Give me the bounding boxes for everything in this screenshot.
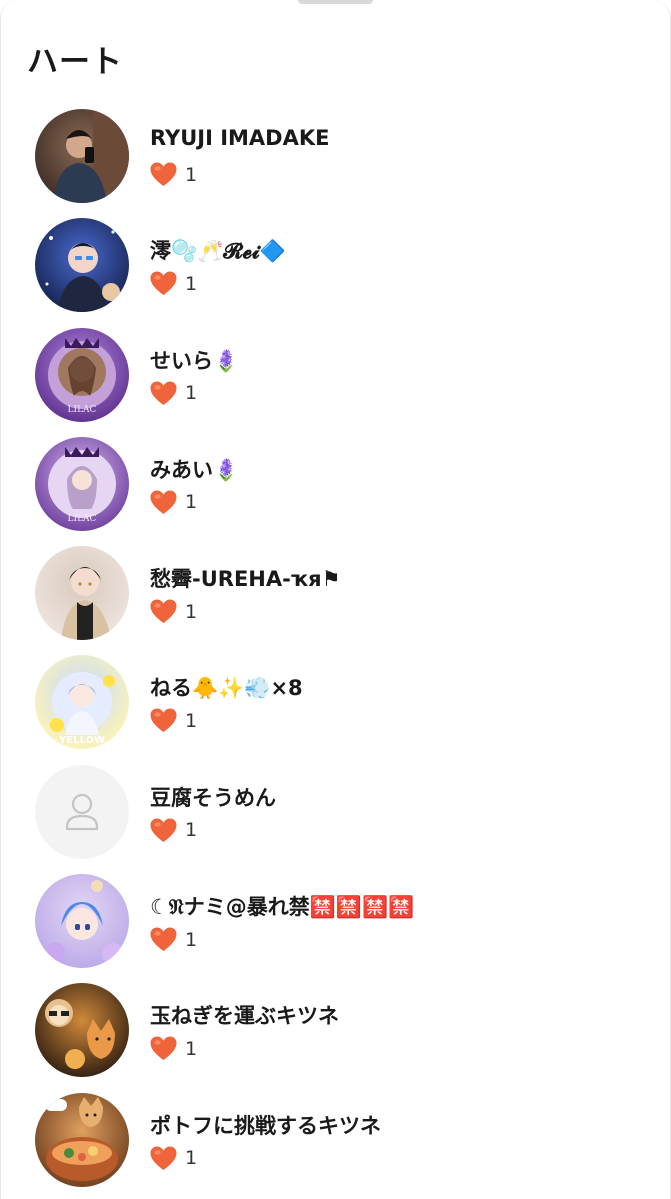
like-count-row: 1	[150, 162, 197, 187]
svg-text:YELLOW: YELLOW	[58, 735, 105, 746]
user-name[interactable]: ねる🐥✨💨×8	[150, 672, 303, 702]
like-count: 1	[185, 382, 198, 405]
user-row[interactable]: 愁霽-UREHA-ҡя⚑ 1	[0, 543, 671, 652]
user-row[interactable]: ポトフに挑戦するキツネ 1	[0, 1090, 671, 1199]
like-count-row: 1	[150, 818, 197, 843]
like-count-row: 1	[150, 381, 197, 406]
user-name[interactable]: ポトフに挑戦するキツネ	[150, 1110, 381, 1140]
heart-icon	[150, 708, 177, 733]
avatar[interactable]	[35, 874, 129, 969]
user-row[interactable]: RYUJI IMADAKE 1	[0, 106, 671, 215]
like-count: 1	[185, 819, 198, 842]
like-count-row: 1	[150, 927, 197, 952]
avatar[interactable]: YELLOW	[35, 655, 129, 750]
avatar[interactable]	[35, 1092, 129, 1187]
user-row[interactable]: 豆腐そうめん 1	[0, 762, 671, 871]
likes-user-list: RYUJI IMADAKE 1 澪🫧🥂𝓡𝓮𝓲🔷 1 LILAC せいら🪻 1 L…	[0, 106, 671, 1199]
svg-text:LILAC: LILAC	[68, 514, 97, 524]
user-name[interactable]: 澪🫧🥂𝓡𝓮𝓲🔷	[150, 235, 286, 265]
user-row[interactable]: YELLOW ねる🐥✨💨×8 1	[0, 652, 671, 761]
heart-icon	[150, 818, 177, 843]
heart-icon	[150, 162, 177, 187]
user-name[interactable]: 玉ねぎを運ぶキツネ	[150, 1000, 339, 1030]
heart-icon	[150, 490, 177, 515]
like-count-row: 1	[150, 1146, 197, 1171]
avatar[interactable]	[35, 764, 129, 859]
user-name[interactable]: 豆腐そうめん	[150, 782, 276, 812]
like-count: 1	[185, 272, 198, 295]
user-name[interactable]: RYUJI IMADAKE	[150, 126, 329, 150]
like-count: 1	[185, 928, 198, 951]
like-count: 1	[185, 709, 198, 732]
page-title: ハート	[27, 44, 123, 80]
heart-icon	[150, 927, 177, 952]
like-count: 1	[185, 1037, 198, 1060]
avatar[interactable]	[35, 109, 129, 203]
avatar[interactable]	[35, 983, 129, 1078]
user-row[interactable]: ☾𝔑ナミ@暴れ禁🈲🈲🈲🈲 1	[0, 871, 671, 980]
user-name[interactable]: せいら🪻	[150, 345, 239, 375]
svg-text:LILAC: LILAC	[68, 405, 97, 415]
user-row[interactable]: 澪🫧🥂𝓡𝓮𝓲🔷 1	[0, 215, 671, 324]
like-count-row: 1	[150, 271, 197, 296]
heart-icon	[150, 1146, 177, 1171]
avatar[interactable]: LILAC	[35, 436, 129, 531]
user-name[interactable]: みあい🪻	[150, 454, 239, 484]
heart-icon	[150, 271, 177, 296]
heart-icon	[150, 1036, 177, 1061]
avatar[interactable]: LILAC	[35, 327, 129, 422]
avatar[interactable]	[35, 546, 129, 641]
heart-icon	[150, 381, 177, 406]
sheet-grab-handle[interactable]	[298, 0, 373, 4]
like-count-row: 1	[150, 599, 197, 624]
user-name[interactable]: 愁霽-UREHA-ҡя⚑	[150, 563, 341, 593]
heart-icon	[150, 599, 177, 624]
user-row[interactable]: 玉ねぎを運ぶキツネ 1	[0, 980, 671, 1089]
like-count-row: 1	[150, 490, 197, 515]
like-count: 1	[185, 600, 198, 623]
user-row[interactable]: LILAC せいら🪻 1	[0, 325, 671, 434]
like-count-row: 1	[150, 708, 197, 733]
like-count: 1	[185, 1147, 198, 1170]
like-count: 1	[185, 163, 198, 186]
like-count-row: 1	[150, 1036, 197, 1061]
like-count: 1	[185, 491, 198, 514]
user-row[interactable]: LILAC みあい🪻 1	[0, 434, 671, 543]
avatar[interactable]	[35, 218, 129, 313]
user-name[interactable]: ☾𝔑ナミ@暴れ禁🈲🈲🈲🈲	[150, 891, 414, 921]
